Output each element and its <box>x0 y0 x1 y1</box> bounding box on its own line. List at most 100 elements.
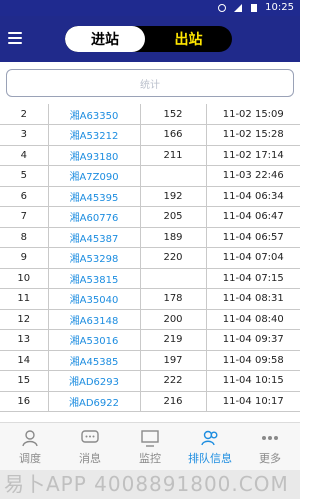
row-index: 11 <box>0 288 49 310</box>
plate-number: 湘A35040 <box>48 288 141 310</box>
table-row[interactable]: 4 湘A93180 211 11-02 17:14 <box>0 145 300 166</box>
battery-icon <box>251 3 258 12</box>
alarm-icon <box>218 3 227 12</box>
tab-enter-station[interactable]: 进站 <box>65 26 145 52</box>
row-time: 11-04 06:57 <box>206 227 300 248</box>
table-row[interactable]: 8 湘A45387 189 11-04 06:57 <box>0 227 300 248</box>
status-bar: 10:25 <box>0 0 300 16</box>
plate-number: 湘A7Z090 <box>48 165 141 187</box>
stats-label: 统计 <box>140 79 160 91</box>
row-index: 5 <box>0 165 49 187</box>
tab-messages[interactable]: 消息 <box>60 423 120 470</box>
person-icon <box>22 429 38 446</box>
row-time: 11-04 09:58 <box>206 350 300 371</box>
row-index: 14 <box>0 350 49 371</box>
queue-number: 166 <box>140 124 207 146</box>
plate-number: 湘A63148 <box>48 309 141 330</box>
menu-icon[interactable] <box>8 32 22 44</box>
tab-monitor[interactable]: 监控 <box>120 423 180 470</box>
watermark-banner: 易卜APP 4008891800.COM <box>0 470 300 499</box>
top-bar: 进站 出站 <box>0 16 300 62</box>
table-row[interactable]: 5 湘A7Z090 11-03 22:46 <box>0 165 300 187</box>
table-row[interactable]: 3 湘A53212 166 11-02 15:28 <box>0 124 300 146</box>
queue-number: 211 <box>140 145 207 166</box>
table-row[interactable]: 15 湘AD6293 222 11-04 10:15 <box>0 370 300 392</box>
tab-more-label: 更多 <box>259 451 281 465</box>
table-row[interactable]: 16 湘AD6922 216 11-04 10:17 <box>0 391 300 412</box>
stats-button[interactable]: 统计 <box>6 69 294 97</box>
queue-table: 2 湘A63350 152 11-02 15:09 3 湘A53212 166 11-02 1… <box>0 104 300 422</box>
table-row[interactable]: 9 湘A53298 220 11-04 07:04 <box>0 247 300 269</box>
row-time: 11-04 07:15 <box>206 268 300 289</box>
row-time: 11-04 08:40 <box>206 309 300 330</box>
plate-number: 湘AD6293 <box>48 370 141 392</box>
station-toggle: 进站 出站 <box>65 26 232 52</box>
tab-dispatch-label: 调度 <box>19 451 41 465</box>
tab-exit-station[interactable]: 出站 <box>145 26 232 52</box>
plate-number: 湘A45387 <box>48 227 141 248</box>
row-time: 11-04 09:37 <box>206 329 300 351</box>
row-time: 11-04 08:31 <box>206 288 300 310</box>
table-row[interactable]: 2 湘A63350 152 11-02 15:09 <box>0 104 300 125</box>
row-time: 11-02 17:14 <box>206 145 300 166</box>
row-index: 6 <box>0 186 49 207</box>
plate-number: 湘A93180 <box>48 145 141 166</box>
queue-number: 200 <box>140 309 207 330</box>
signal-icon <box>234 3 243 12</box>
plate-number: 湘A63350 <box>48 104 141 125</box>
plate-number: 湘A45385 <box>48 350 141 371</box>
queue-number <box>140 165 207 187</box>
row-time: 11-04 10:17 <box>206 391 300 412</box>
queue-number: 192 <box>140 186 207 207</box>
queue-number: 178 <box>140 288 207 310</box>
plate-number: 湘AD6922 <box>48 391 141 412</box>
message-icon <box>81 429 99 443</box>
queue-number: 189 <box>140 227 207 248</box>
row-index: 2 <box>0 104 49 125</box>
table-row[interactable]: 10 湘A53815 11-04 07:15 <box>0 268 300 289</box>
table-row[interactable]: 14 湘A45385 197 11-04 09:58 <box>0 350 300 371</box>
table-row[interactable]: 11 湘A35040 178 11-04 08:31 <box>0 288 300 310</box>
row-time: 11-04 07:04 <box>206 247 300 269</box>
tab-messages-label: 消息 <box>79 451 101 465</box>
row-index: 7 <box>0 206 49 228</box>
tab-monitor-label: 监控 <box>139 451 161 465</box>
row-time: 11-04 06:47 <box>206 206 300 228</box>
bottom-tab-bar: 调度 消息 监控 排队信息 更多 <box>0 422 300 470</box>
tab-queue-info-label: 排队信息 <box>188 451 232 465</box>
plate-number: 湘A53298 <box>48 247 141 269</box>
table-row[interactable]: 7 湘A60776 205 11-04 06:47 <box>0 206 300 228</box>
table-row[interactable]: 12 湘A63148 200 11-04 08:40 <box>0 309 300 330</box>
plate-number: 湘A53016 <box>48 329 141 351</box>
queue-number: 220 <box>140 247 207 269</box>
row-index: 4 <box>0 145 49 166</box>
table-row[interactable]: 6 湘A45395 192 11-04 06:34 <box>0 186 300 207</box>
row-index: 10 <box>0 268 49 289</box>
plate-number: 湘A45395 <box>48 186 141 207</box>
queue-icon <box>201 430 218 445</box>
queue-number: 197 <box>140 350 207 371</box>
table-row[interactable]: 13 湘A53016 219 11-04 09:37 <box>0 329 300 351</box>
queue-table-body: 2 湘A63350 152 11-02 15:09 3 湘A53212 166 11-02 1… <box>0 104 300 412</box>
queue-number: 152 <box>140 104 207 125</box>
row-time: 11-03 22:46 <box>206 165 300 187</box>
row-index: 15 <box>0 370 49 392</box>
tab-more[interactable]: 更多 <box>240 423 300 470</box>
queue-number: 216 <box>140 391 207 412</box>
row-index: 9 <box>0 247 49 269</box>
tab-queue-info[interactable]: 排队信息 <box>180 423 240 470</box>
row-index: 3 <box>0 124 49 146</box>
row-index: 13 <box>0 329 49 351</box>
row-index: 16 <box>0 391 49 412</box>
row-time: 11-02 15:28 <box>206 124 300 146</box>
row-time: 11-04 10:15 <box>206 370 300 392</box>
row-time: 11-04 06:34 <box>206 186 300 207</box>
queue-number: 222 <box>140 370 207 392</box>
row-index: 8 <box>0 227 49 248</box>
row-index: 12 <box>0 309 49 330</box>
tab-dispatch[interactable]: 调度 <box>0 423 60 470</box>
monitor-icon <box>141 429 159 447</box>
plate-number: 湘A53815 <box>48 268 141 289</box>
status-time: 10:25 <box>265 2 294 13</box>
plate-number: 湘A53212 <box>48 124 141 146</box>
